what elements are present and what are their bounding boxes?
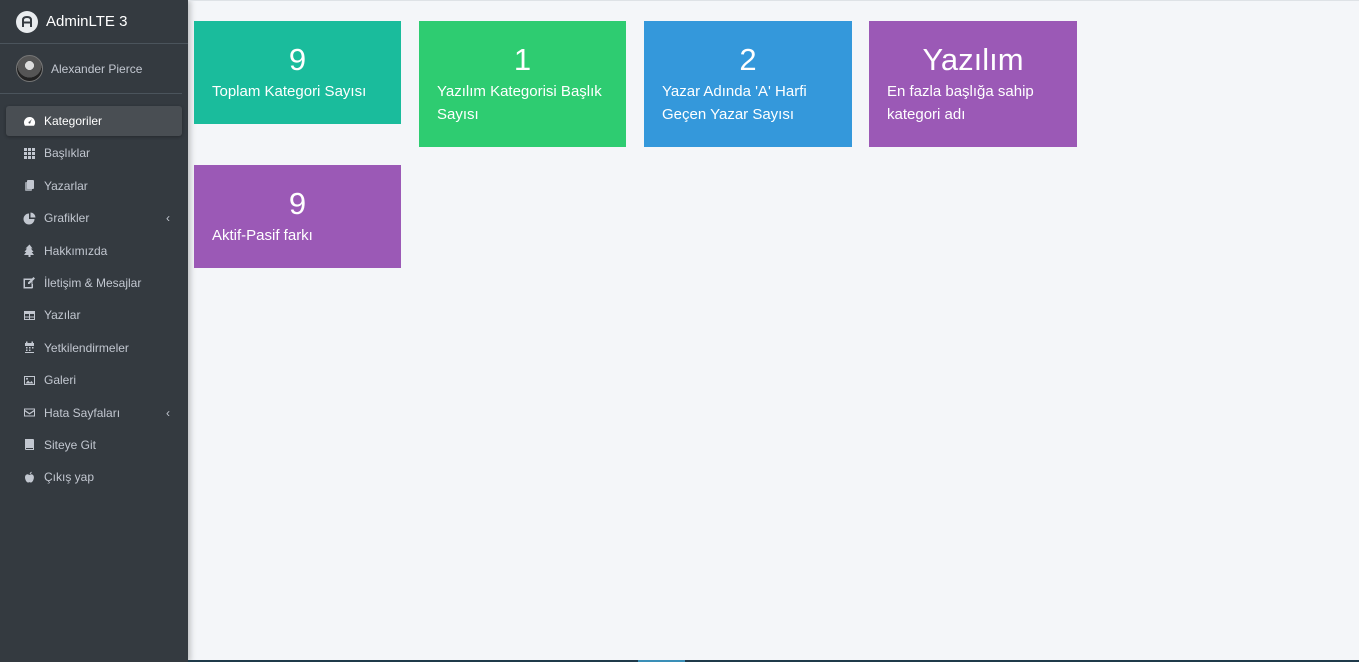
- table-icon: [22, 308, 36, 322]
- stat-label: Toplam Kategori Sayısı: [212, 83, 367, 100]
- stat-value: 9: [288, 42, 307, 77]
- stat-box[interactable]: 1 Yazılım Kategorisi Başlık Sayısı: [419, 21, 626, 147]
- sidebar-item-hata-sayfaları[interactable]: Hata Sayfaları ‹: [6, 398, 182, 428]
- sidebar-item-yetkilendirmeler[interactable]: Yetkilendirmeler: [6, 333, 182, 363]
- brand-title: AdminLTE 3: [46, 13, 128, 30]
- stat-box[interactable]: 9 Aktif-Pasif farkı: [194, 165, 401, 268]
- sidebar: AdminLTE 3 Alexander Pierce Kategoriler B…: [0, 0, 188, 662]
- chevron-left-icon[interactable]: ‹: [166, 406, 170, 420]
- grid-icon: [22, 146, 36, 160]
- main-content: 9 Toplam Kategori Sayısı 1 Yazılım Kategori…: [188, 0, 1359, 661]
- stat-box[interactable]: 2 Yazar Adında 'A' Harfi Geçen Yazar Sayı…: [644, 21, 852, 147]
- sidebar-item-label: Başlıklar: [44, 146, 91, 161]
- sidebar-item-label: İletişim & Mesajlar: [44, 275, 142, 290]
- stat-value: 9: [288, 186, 307, 221]
- sidebar-item-galeri[interactable]: Galeri: [6, 365, 182, 395]
- sidebar-item-çıkış-yap[interactable]: Çıkış yap: [6, 462, 182, 492]
- sidebar-nav: Kategoriler Başlıklar Yazarlar Grafikler ‹ Ha…: [0, 94, 188, 492]
- sidebar-item-label: Yazarlar: [44, 178, 88, 193]
- envelope-icon: [22, 406, 36, 420]
- edit-icon: [22, 276, 36, 290]
- sidebar-item-label: Hakkımızda: [44, 243, 108, 258]
- user-name: Alexander Pierce: [51, 61, 143, 76]
- copy-icon: [22, 179, 36, 193]
- sidebar-item-label: Yetkilendirmeler: [44, 340, 129, 355]
- brand-link[interactable]: AdminLTE 3: [0, 0, 188, 44]
- stat-value: Yazılım: [922, 42, 1024, 77]
- sidebar-item-siteye-git[interactable]: Siteye Git: [6, 430, 182, 460]
- sidebar-item-i-letişim-mesajlar[interactable]: İletişim & Mesajlar: [6, 268, 182, 298]
- sidebar-item-label: Kategoriler: [44, 114, 103, 128]
- chevron-left-icon[interactable]: ‹: [166, 211, 170, 225]
- stat-label: Aktif-Pasif farkı: [212, 227, 313, 244]
- sidebar-item-başlıklar[interactable]: Başlıklar: [6, 138, 182, 168]
- apple-icon: [22, 470, 36, 484]
- sidebar-item-label: Yazılar: [44, 308, 81, 323]
- sidebar-item-grafikler[interactable]: Grafikler ‹: [6, 203, 182, 233]
- tree-icon: [22, 244, 36, 258]
- image-icon: [22, 373, 36, 387]
- avatar: [16, 55, 43, 82]
- stat-value: 1: [513, 42, 532, 77]
- sidebar-item-label: Çıkış yap: [44, 470, 95, 485]
- stat-label: Yazılım Kategorisi Başlık Sayısı: [437, 83, 602, 123]
- calendar-icon: [22, 341, 36, 355]
- adminlte-logo-icon: [16, 10, 38, 33]
- sidebar-item-label: Siteye Git: [44, 437, 97, 452]
- sidebar-item-kategoriler[interactable]: Kategoriler: [6, 106, 182, 136]
- sidebar-item-yazılar[interactable]: Yazılar: [6, 300, 182, 330]
- stat-label: Yazar Adında 'A' Harfi Geçen Yazar Sayıs…: [662, 83, 807, 123]
- tachometer-icon: [22, 114, 36, 128]
- sidebar-item-label: Grafikler: [44, 211, 90, 226]
- pie-chart-icon: [22, 211, 36, 225]
- stat-box[interactable]: 9 Toplam Kategori Sayısı: [194, 21, 401, 124]
- stat-value: 2: [739, 42, 757, 77]
- sidebar-item-label: Galeri: [44, 373, 77, 388]
- stat-box[interactable]: Yazılım En fazla başlığa sahip kategori a…: [869, 21, 1077, 147]
- book-icon: [22, 438, 36, 452]
- sidebar-item-label: Hata Sayfaları: [44, 405, 121, 420]
- user-panel[interactable]: Alexander Pierce: [0, 44, 182, 94]
- sidebar-item-hakkımızda[interactable]: Hakkımızda: [6, 236, 182, 266]
- sidebar-item-yazarlar[interactable]: Yazarlar: [6, 171, 182, 201]
- stat-label: En fazla başlığa sahip kategori adı: [887, 83, 1034, 123]
